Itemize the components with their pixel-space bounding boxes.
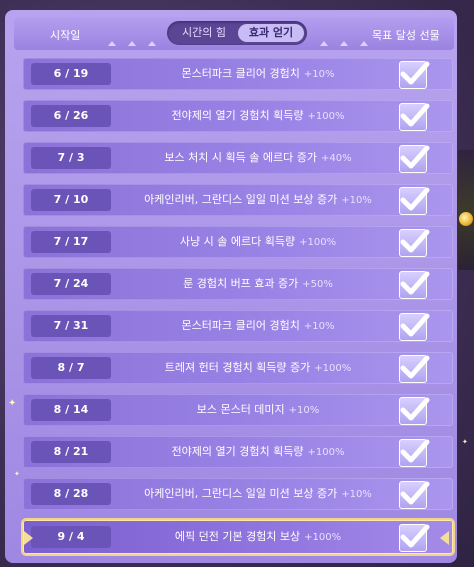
checkmark-icon bbox=[399, 61, 430, 89]
checkmark-icon bbox=[399, 313, 430, 341]
list-item[interactable]: 7 / 31 몬스터파크 클리어 경험치 +10% bbox=[23, 310, 453, 342]
current-row-right-arrow-icon bbox=[440, 531, 449, 545]
row-description: 에픽 던전 기본 경험치 보상 +100% bbox=[113, 520, 403, 554]
row-description: 사냥 시 솔 에르다 획득량 +100% bbox=[113, 226, 403, 258]
tab-get-effect[interactable]: 효과 얻기 bbox=[238, 24, 304, 42]
effect-text: 전야제의 열기 경험치 획득량 bbox=[171, 109, 304, 122]
row-date: 7 / 10 bbox=[31, 189, 111, 211]
row-description: 룬 경험치 버프 효과 증가 +50% bbox=[113, 268, 403, 300]
row-description: 전야제의 열기 경험치 획득량 +100% bbox=[113, 100, 403, 132]
effect-text: 룬 경험치 버프 효과 증가 bbox=[183, 277, 299, 290]
row-date: 7 / 17 bbox=[31, 231, 111, 253]
effect-bonus: +100% bbox=[304, 532, 342, 543]
row-description: 몬스터파크 클리어 경험치 +10% bbox=[113, 58, 403, 90]
checkmark-icon bbox=[399, 187, 430, 215]
sparkle-icon: ✦ bbox=[8, 398, 17, 409]
list-item[interactable]: 7 / 24 룬 경험치 버프 효과 증가 +50% bbox=[23, 268, 453, 300]
header-triangle-icon bbox=[360, 41, 368, 46]
header-triangle-icon bbox=[128, 41, 136, 46]
header-triangle-icon bbox=[320, 41, 328, 46]
list-item[interactable]: 6 / 26 전야제의 열기 경험치 획득량 +100% bbox=[23, 100, 453, 132]
effect-bonus: +100% bbox=[307, 447, 345, 458]
row-date: 7 / 31 bbox=[31, 315, 111, 337]
effect-bonus: +50% bbox=[302, 279, 333, 290]
row-description: 전야제의 열기 경험치 획득량 +100% bbox=[113, 436, 403, 468]
row-date: 6 / 19 bbox=[31, 63, 111, 85]
row-description: 아케인리버, 그란디스 일일 미션 보상 증가 +10% bbox=[113, 184, 403, 216]
goal-reward-column-label: 목표 달성 선물 bbox=[372, 29, 440, 42]
effect-text: 트레져 헌터 경험치 획득량 증가 bbox=[164, 361, 311, 374]
checkmark-icon bbox=[399, 439, 430, 467]
list-item[interactable]: 7 / 17 사냥 시 솔 에르다 획득량 +100% bbox=[23, 226, 453, 258]
effect-text: 몬스터파크 클리어 경험치 bbox=[181, 319, 300, 332]
current-row-left-arrow-icon bbox=[24, 531, 33, 545]
list-item-current[interactable]: 9 / 4 에픽 던전 기본 경험치 보상 +100% bbox=[23, 520, 453, 554]
effect-text: 아케인리버, 그란디스 일일 미션 보상 증가 bbox=[144, 193, 338, 206]
checkmark-icon bbox=[399, 103, 430, 131]
list-item[interactable]: 8 / 28 아케인리버, 그란디스 일일 미션 보상 증가 +10% bbox=[23, 478, 453, 510]
sparkle-icon: ✦ bbox=[462, 438, 468, 446]
header-triangle-icon bbox=[108, 41, 116, 46]
effect-bonus: +100% bbox=[314, 363, 352, 374]
effect-bonus: +100% bbox=[299, 237, 337, 248]
effect-text: 보스 처치 시 획득 솔 에르다 증가 bbox=[164, 151, 317, 164]
checkmark-icon bbox=[399, 355, 430, 383]
row-description: 아케인리버, 그란디스 일일 미션 보상 증가 +10% bbox=[113, 478, 403, 510]
row-date: 6 / 26 bbox=[31, 105, 111, 127]
list-item[interactable]: 7 / 3 보스 처치 시 획득 솔 에르다 증가 +40% bbox=[23, 142, 453, 174]
list-item[interactable]: 7 / 10 아케인리버, 그란디스 일일 미션 보상 증가 +10% bbox=[23, 184, 453, 216]
list-item[interactable]: 8 / 7 트레져 헌터 경험치 획득량 증가 +100% bbox=[23, 352, 453, 384]
tab-time-power[interactable]: 시간의 힘 bbox=[173, 21, 235, 45]
start-date-column-label: 시작일 bbox=[50, 29, 81, 42]
checkmark-icon bbox=[399, 145, 430, 173]
row-date: 7 / 24 bbox=[31, 273, 111, 295]
coin-icon bbox=[459, 212, 473, 226]
row-date: 9 / 4 bbox=[31, 526, 111, 548]
header-triangle-icon bbox=[340, 41, 348, 46]
effect-text: 사냥 시 솔 에르다 획득량 bbox=[179, 235, 296, 248]
row-date: 8 / 21 bbox=[31, 441, 111, 463]
effect-text: 아케인리버, 그란디스 일일 미션 보상 증가 bbox=[144, 487, 338, 500]
row-date: 8 / 7 bbox=[31, 357, 111, 379]
background-decoration bbox=[458, 150, 474, 270]
effect-text: 몬스터파크 클리어 경험치 bbox=[181, 67, 300, 80]
effect-bonus: +40% bbox=[320, 153, 352, 164]
row-description: 보스 처치 시 획득 솔 에르다 증가 +40% bbox=[113, 142, 403, 174]
tab-bar: 시간의 힘 효과 얻기 bbox=[167, 21, 307, 45]
list-item[interactable]: 8 / 14 보스 몬스터 데미지 +10% bbox=[23, 394, 453, 426]
checkmark-icon bbox=[399, 397, 430, 425]
checkmark-icon bbox=[399, 229, 430, 257]
effect-text: 보스 몬스터 데미지 bbox=[196, 403, 285, 416]
effect-bonus: +100% bbox=[307, 111, 345, 122]
effect-bonus: +10% bbox=[341, 195, 372, 206]
sparkle-icon: ✦ bbox=[14, 470, 20, 478]
effect-bonus: +10% bbox=[303, 69, 335, 80]
row-description: 트레져 헌터 경험치 획득량 증가 +100% bbox=[113, 352, 403, 384]
row-description: 보스 몬스터 데미지 +10% bbox=[113, 394, 403, 426]
list-item[interactable]: 8 / 21 전야제의 열기 경험치 획득량 +100% bbox=[23, 436, 453, 468]
header-triangle-icon bbox=[148, 41, 156, 46]
effect-bonus: +10% bbox=[303, 321, 335, 332]
row-date: 8 / 28 bbox=[31, 483, 111, 505]
row-date: 7 / 3 bbox=[31, 147, 111, 169]
checkmark-icon bbox=[399, 481, 430, 509]
checkmark-icon bbox=[399, 524, 430, 552]
row-description: 몬스터파크 클리어 경험치 +10% bbox=[113, 310, 403, 342]
effect-text: 에픽 던전 기본 경험치 보상 bbox=[174, 530, 301, 543]
effect-bonus: +10% bbox=[341, 489, 372, 500]
row-date: 8 / 14 bbox=[31, 399, 111, 421]
effect-text: 전야제의 열기 경험치 획득량 bbox=[171, 445, 304, 458]
effect-bonus: +10% bbox=[288, 405, 320, 416]
checkmark-icon bbox=[399, 271, 430, 299]
list-item[interactable]: 6 / 19 몬스터파크 클리어 경험치 +10% bbox=[23, 58, 453, 90]
